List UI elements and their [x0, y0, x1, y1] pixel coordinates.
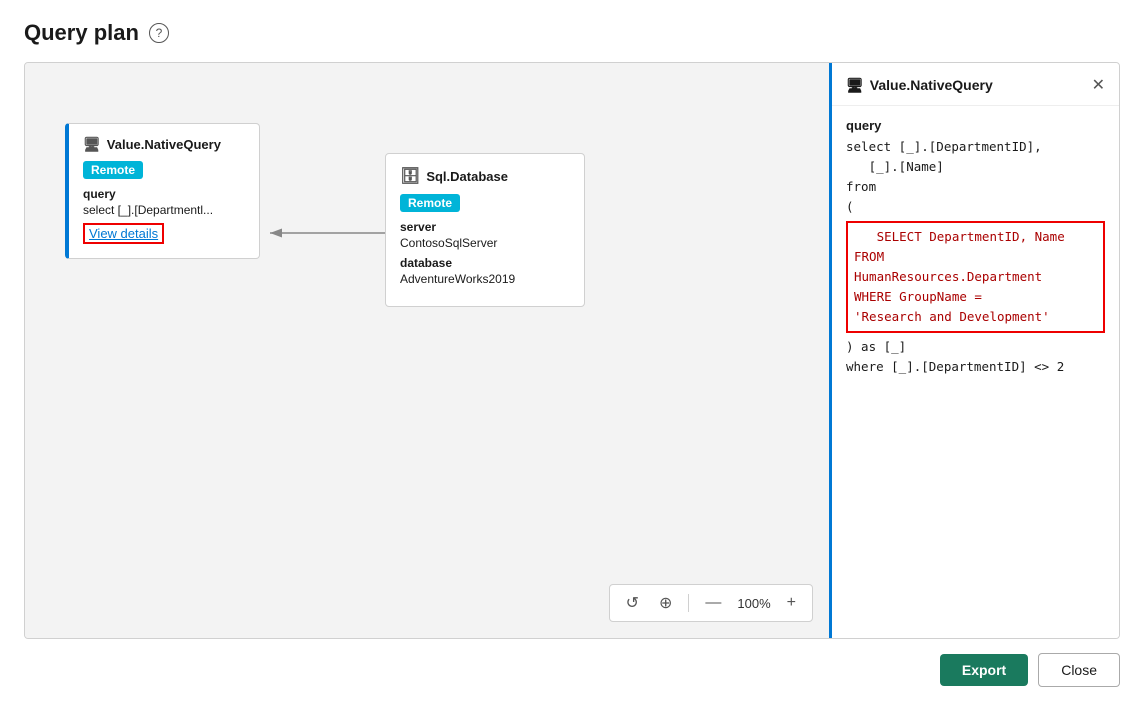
sql-database-db-label: database	[400, 256, 570, 270]
help-icon[interactable]: ?	[149, 23, 169, 43]
detail-panel-close-button[interactable]: ✕	[1092, 75, 1105, 95]
native-query-title: Value.NativeQuery	[107, 137, 221, 152]
toolbar-divider	[688, 594, 689, 612]
zoom-plus-button[interactable]: +	[783, 592, 800, 614]
sql-database-db-value: AdventureWorks2019	[400, 272, 570, 286]
zoom-level: 100%	[737, 596, 770, 611]
detail-query-code-after: ) as [_] where [_].[DepartmentID] <> 2	[846, 337, 1105, 377]
native-query-node[interactable]: 🖥 Value.NativeQuery Remote query select …	[65, 123, 260, 259]
canvas-area[interactable]: 🖥 Value.NativeQuery Remote query select …	[25, 63, 829, 638]
view-details-link[interactable]: View details	[83, 223, 164, 244]
dialog-footer: Export Close	[24, 639, 1120, 687]
sql-database-node[interactable]: 🗄 Sql.Database Remote server ContosoSqlS…	[385, 153, 585, 307]
sql-database-header: 🗄 Sql.Database	[400, 166, 570, 186]
sql-database-icon: 🗄	[400, 166, 420, 186]
native-query-badge: Remote	[83, 161, 143, 179]
reset-button[interactable]: ↺	[622, 591, 643, 615]
native-query-header: 🖥 Value.NativeQuery	[83, 136, 245, 153]
native-query-label: query	[83, 187, 245, 201]
sql-database-server-value: ContosoSqlServer	[400, 236, 570, 250]
dialog-header: Query plan ?	[24, 20, 1120, 46]
detail-panel-body: query select [_].[DepartmentID], [_].[Na…	[832, 106, 1119, 389]
sql-database-badge: Remote	[400, 194, 460, 212]
close-button[interactable]: Close	[1038, 653, 1120, 687]
canvas-toolbar: ↺ ⊕ — 100% +	[609, 584, 813, 622]
detail-query-highlighted: SELECT DepartmentID, Name FROM HumanReso…	[846, 221, 1105, 333]
connector-arrow	[260, 218, 390, 248]
native-query-value: select [_].[Departmentl...	[83, 203, 245, 217]
dialog-title: Query plan	[24, 20, 139, 46]
native-query-icon: 🖥	[83, 136, 101, 153]
detail-query-label: query	[846, 118, 1105, 133]
sql-database-title: Sql.Database	[426, 169, 508, 184]
detail-panel-header: 🖥 Value.NativeQuery ✕	[832, 63, 1119, 106]
zoom-minus-button[interactable]: —	[701, 592, 725, 614]
main-content: 🖥 Value.NativeQuery Remote query select …	[24, 62, 1120, 639]
export-button[interactable]: Export	[940, 654, 1028, 686]
sql-database-server-label: server	[400, 220, 570, 234]
detail-query-code-before: select [_].[DepartmentID], [_].[Name] fr…	[846, 137, 1105, 217]
detail-panel: 🖥 Value.NativeQuery ✕ query select [_].[…	[829, 63, 1119, 638]
detail-panel-icon: 🖥	[846, 77, 864, 94]
move-button[interactable]: ⊕	[655, 591, 676, 615]
detail-panel-title: 🖥 Value.NativeQuery	[846, 77, 993, 94]
